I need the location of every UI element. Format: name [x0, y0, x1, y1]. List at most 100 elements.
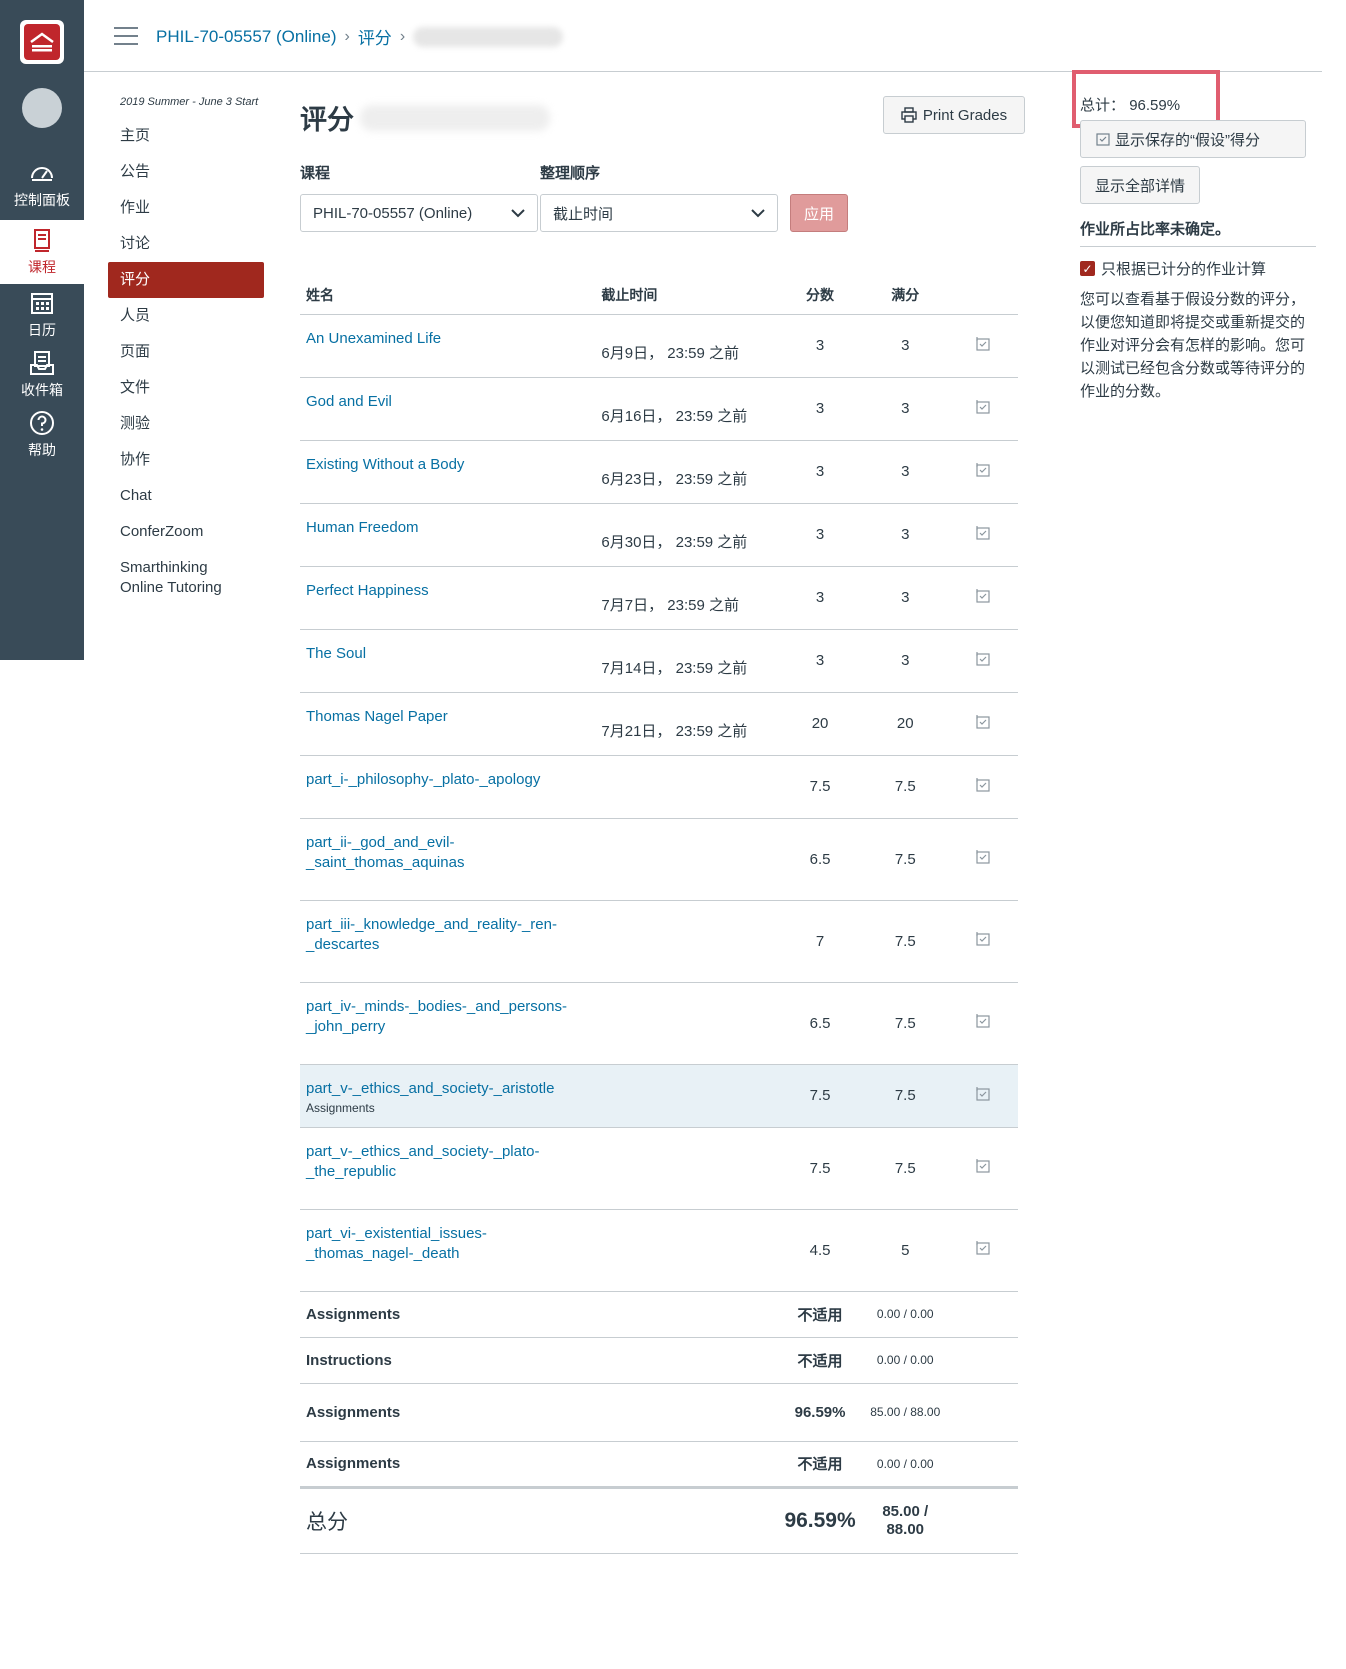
assignment-link[interactable]: part_iv-_minds-_bodies-_and_persons-_joh…: [306, 998, 567, 1035]
assignment-cell: part_vi-_existential_issues-_thomas_nage…: [300, 1209, 596, 1292]
score[interactable]: 3: [778, 314, 862, 378]
nav-calendar[interactable]: 日历: [0, 290, 84, 340]
institution-logo[interactable]: [20, 20, 64, 64]
grade-row: Perfect Happiness 7月7日， 23:59 之前 3 3: [300, 566, 1018, 630]
score[interactable]: 20: [778, 692, 862, 756]
score[interactable]: 4.5: [778, 1209, 862, 1292]
course-nav-discussions[interactable]: 讨论: [108, 226, 264, 262]
whatif-icon[interactable]: [974, 713, 992, 731]
header-out-of[interactable]: 满分: [861, 276, 949, 315]
whatif-icon[interactable]: [974, 1239, 992, 1257]
header-score[interactable]: 分数: [778, 276, 862, 315]
course-nav-chat[interactable]: Chat: [108, 478, 264, 514]
breadcrumb-grades[interactable]: 评分: [358, 24, 392, 49]
whatif-icon[interactable]: [974, 776, 992, 794]
menu-toggle-icon[interactable]: [114, 27, 138, 45]
due-date: 6月9日， 23:59 之前: [595, 314, 779, 378]
assignment-link[interactable]: part_vi-_existential_issues-_thomas_nage…: [306, 1225, 487, 1262]
nav-help[interactable]: 帮助: [0, 410, 84, 460]
graded-only-checkbox[interactable]: ✓ 只根据已计分的作业计算: [1080, 258, 1266, 279]
whatif-icon[interactable]: [974, 335, 992, 353]
assignment-link[interactable]: God and Evil: [306, 393, 392, 410]
show-saved-whatif-label: 显示保存的“假设”得分: [1115, 131, 1260, 149]
assignment-link[interactable]: part_v-_ethics_and_society-_plato-_the_r…: [306, 1143, 539, 1180]
whatif-icon[interactable]: [974, 461, 992, 479]
assignment-link[interactable]: part_v-_ethics_and_society-_aristotle: [306, 1080, 554, 1097]
breadcrumb-course[interactable]: PHIL-70-05557 (Online): [156, 27, 336, 47]
print-grades-button[interactable]: Print Grades: [883, 96, 1025, 134]
course-nav-grades[interactable]: 评分: [108, 262, 264, 298]
apply-button[interactable]: 应用: [790, 194, 848, 232]
whatif-icon[interactable]: [974, 587, 992, 605]
out-of: 20: [861, 692, 949, 756]
whatif-icon[interactable]: [974, 930, 992, 948]
whatif-icon[interactable]: [974, 1157, 992, 1175]
nav-inbox[interactable]: 收件箱: [0, 350, 84, 400]
score[interactable]: 6.5: [778, 982, 862, 1065]
score[interactable]: 3: [778, 440, 862, 504]
course-nav-people[interactable]: 人员: [108, 298, 264, 334]
nav-help-label: 帮助: [28, 442, 56, 458]
assignment-cell: part_v-_ethics_and_society-_aristotle Ass…: [300, 1064, 596, 1128]
course-nav-smarthinking[interactable]: Smarthinking Online Tutoring: [108, 550, 264, 606]
score[interactable]: 7.5: [778, 755, 862, 819]
course-nav-assignments[interactable]: 作业: [108, 190, 264, 226]
course-nav-home[interactable]: 主页: [108, 118, 264, 154]
chevron-right-icon: ›: [344, 27, 350, 45]
course-nav: 2019 Summer - June 3 Start 主页 公告 作业 讨论 评…: [108, 96, 264, 606]
assignment-link[interactable]: An Unexamined Life: [306, 330, 441, 347]
grade-row: part_iv-_minds-_bodies-_and_persons-_joh…: [300, 982, 1018, 1065]
score[interactable]: 7: [778, 900, 862, 983]
top-bar: PHIL-70-05557 (Online) › 评分 ›: [84, 0, 1322, 72]
grade-row: God and Evil 6月16日， 23:59 之前 3 3: [300, 377, 1018, 441]
help-icon: [30, 411, 54, 435]
nav-dashboard[interactable]: 控制面板: [0, 160, 84, 210]
assignment-link[interactable]: Perfect Happiness: [306, 582, 429, 599]
whatif-icon[interactable]: [974, 650, 992, 668]
show-all-details-button[interactable]: 显示全部详情: [1080, 166, 1201, 204]
assignment-link[interactable]: part_iii-_knowledge_and_reality-_ren-_de…: [306, 916, 557, 953]
group-points: 0.00 / 0.00: [861, 1337, 949, 1384]
whatif-icon[interactable]: [974, 398, 992, 416]
whatif-icon[interactable]: [974, 848, 992, 866]
printer-icon: [901, 107, 917, 123]
score[interactable]: 3: [778, 629, 862, 693]
nav-courses[interactable]: 课程: [0, 220, 84, 284]
due-date: [595, 818, 779, 901]
group-total-row: Instructions 不适用 0.00 / 0.00: [300, 1337, 1018, 1384]
course-nav-collaborations[interactable]: 协作: [108, 442, 264, 478]
assignment-link[interactable]: Human Freedom: [306, 519, 419, 536]
assignment-link[interactable]: Existing Without a Body: [306, 456, 464, 473]
score[interactable]: 3: [778, 377, 862, 441]
show-saved-whatif-button[interactable]: 显示保存的“假设”得分: [1080, 120, 1306, 158]
course-nav-files[interactable]: 文件: [108, 370, 264, 406]
grade-row: Existing Without a Body 6月23日， 23:59 之前 3 3: [300, 440, 1018, 504]
score[interactable]: 7.5: [778, 1064, 862, 1128]
header-due[interactable]: 截止时间: [595, 276, 779, 315]
book-icon: [34, 229, 50, 252]
course-nav-conferzoom[interactable]: ConferZoom: [108, 514, 264, 550]
whatif-icon[interactable]: [974, 1085, 992, 1103]
whatif-icon[interactable]: [974, 1012, 992, 1030]
nav-calendar-label: 日历: [28, 322, 56, 338]
whatif-icon[interactable]: [974, 524, 992, 542]
assignment-link[interactable]: Thomas Nagel Paper: [306, 708, 448, 725]
score[interactable]: 7.5: [778, 1127, 862, 1210]
out-of: 7.5: [861, 755, 949, 819]
group-percent: 不适用: [778, 1291, 862, 1338]
assignment-link[interactable]: part_i-_philosophy-_plato-_apology: [306, 771, 540, 788]
account-avatar[interactable]: [22, 88, 62, 128]
sort-select[interactable]: 截止时间: [540, 194, 778, 232]
course-select[interactable]: PHIL-70-05557 (Online): [300, 194, 538, 232]
course-nav-pages[interactable]: 页面: [108, 334, 264, 370]
score[interactable]: 3: [778, 503, 862, 567]
assignment-cell: part_i-_philosophy-_plato-_apology: [300, 755, 596, 819]
assignment-link[interactable]: part_ii-_god_and_evil-_saint_thomas_aqui…: [306, 834, 464, 871]
course-nav-quizzes[interactable]: 测验: [108, 406, 264, 442]
score[interactable]: 6.5: [778, 818, 862, 901]
calendar-icon: [31, 293, 53, 314]
assignment-link[interactable]: The Soul: [306, 645, 366, 662]
header-name[interactable]: 姓名: [300, 276, 596, 315]
score[interactable]: 3: [778, 566, 862, 630]
course-nav-announcements[interactable]: 公告: [108, 154, 264, 190]
